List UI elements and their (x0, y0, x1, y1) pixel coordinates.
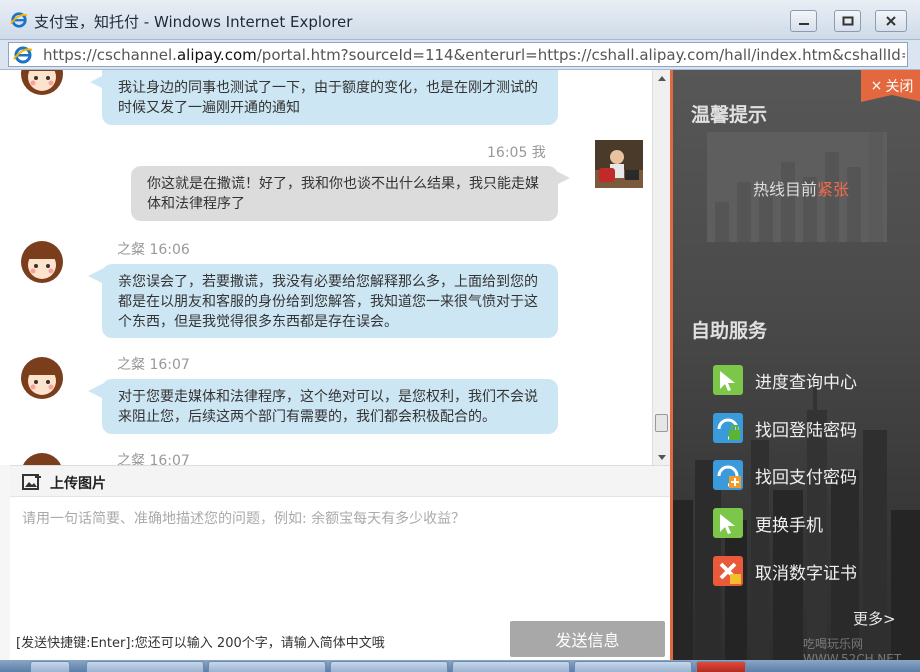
message-meta: 16:05 我 (487, 145, 546, 161)
login-password-icon (713, 413, 743, 443)
service-label: 取消数字证书 (755, 563, 857, 584)
more-services-link[interactable]: 更多> (853, 608, 896, 629)
close-panel-button[interactable]: × 关闭 (861, 70, 920, 102)
hotline-prefix: 热线目前 (753, 180, 818, 199)
arrow-up-icon (657, 75, 666, 81)
taskbar-item[interactable] (86, 661, 204, 672)
taskbar-item[interactable] (696, 661, 746, 672)
service-progress-query[interactable]: 进度查询中心 (713, 364, 913, 396)
taskbar-item[interactable] (452, 661, 570, 672)
message-bubble: 我让身边的同事也测试了一下，由于额度的变化，也是在刚才测试的时候又发了一遍刚开通… (102, 70, 558, 125)
agent-avatar (23, 453, 61, 465)
scroll-down-button[interactable] (653, 449, 670, 465)
side-panel: × 关闭 温馨提示 热线目前紧张 自助服务 进度查询中心 找回登陆密码 找回支付密… (670, 70, 920, 660)
message-input[interactable] (10, 498, 670, 620)
close-icon: × (870, 78, 883, 94)
chat-history: 我让身边的同事也测试了一下，由于额度的变化，也是在刚才测试的时候又发了一遍刚开通… (0, 70, 652, 465)
site-watermark: 吃喝玩乐网 WWW.52CH.NET (803, 637, 902, 660)
message-bubble: 亲您误会了，若要撒谎，我没有必要给您解释那么多，上面给到您的都是在以朋友和客服的… (102, 264, 558, 338)
service-label: 找回登陆密码 (755, 420, 857, 441)
service-label: 进度查询中心 (755, 372, 857, 393)
service-title: 自助服务 (691, 320, 768, 342)
message-meta: 之粲 16:07 (117, 453, 190, 465)
message-input-container (10, 498, 670, 620)
progress-query-icon (713, 365, 743, 395)
change-phone-icon (713, 508, 743, 538)
ie-icon (10, 12, 28, 28)
service-change-phone[interactable]: 更换手机 (713, 507, 913, 539)
close-label: 关闭 (885, 79, 914, 95)
service-label: 找回支付密码 (755, 467, 857, 488)
maximize-button[interactable] (834, 10, 861, 32)
url-domain: alipay.com (176, 46, 257, 64)
agent-avatar (21, 70, 63, 95)
maximize-icon (842, 16, 853, 26)
service-payment-password[interactable]: 找回支付密码 (713, 459, 913, 491)
message-meta: 之粲 16:07 (117, 357, 190, 373)
url-suffix: /portal.htm?sourceId=114&enterurl=https:… (256, 46, 905, 64)
close-icon (886, 16, 896, 26)
chat-scrollbar[interactable] (652, 70, 670, 465)
url-prefix: https://cschannel. (43, 46, 177, 64)
taskbar-item[interactable] (208, 661, 326, 672)
message-bubble: 对于您要走媒体和法律程序，这个绝对可以，是您权利，我们不会说来阻止您，后续这两个… (102, 379, 558, 434)
hotline-level: 紧张 (817, 180, 850, 199)
taskbar-item[interactable] (330, 661, 448, 672)
window-titlebar: 支付宝，知托付 - Windows Internet Explorer (0, 0, 920, 40)
os-taskbar (0, 660, 920, 672)
service-label: 更换手机 (755, 515, 823, 536)
message-meta: 之粲 16:06 (117, 242, 190, 258)
taskbar-item[interactable] (574, 661, 692, 672)
message-bubble: 你这就是在撒谎！好了，我和你也谈不出什么结果，我只能走媒体和法律程序了 (131, 166, 558, 221)
upload-toolbar: 上传图片 (10, 465, 670, 497)
url-text: https://cschannel.alipay.com/portal.htm?… (43, 46, 905, 64)
arrow-down-icon (657, 454, 666, 460)
window-title: 支付宝，知托付 - Windows Internet Explorer (34, 13, 353, 31)
payment-password-icon (713, 460, 743, 490)
scroll-up-button[interactable] (653, 70, 670, 86)
minimize-button[interactable] (790, 10, 817, 32)
upload-image-icon[interactable] (22, 473, 42, 491)
upload-image-button[interactable]: 上传图片 (50, 473, 106, 493)
input-hint: [发送快捷键:Enter]:您还可以输入 200个字，请输入简体中文哦 (16, 636, 385, 651)
tips-title: 温馨提示 (691, 104, 768, 126)
agent-avatar (21, 241, 63, 283)
url-field[interactable]: https://cschannel.alipay.com/portal.htm?… (8, 42, 908, 67)
minimize-icon (798, 23, 809, 25)
cancel-certificate-icon (713, 556, 743, 586)
agent-avatar (21, 357, 63, 399)
user-avatar (595, 140, 643, 188)
hotline-status: 热线目前紧张 (753, 176, 849, 200)
service-cancel-certificate[interactable]: 取消数字证书 (713, 555, 913, 587)
send-button[interactable]: 发送信息 (510, 621, 665, 657)
taskbar-item[interactable] (30, 661, 70, 672)
ie-page-icon (13, 46, 33, 64)
address-bar: https://cschannel.alipay.com/portal.htm?… (0, 40, 920, 70)
scroll-thumb[interactable] (655, 414, 668, 432)
close-window-button[interactable] (875, 10, 907, 32)
left-edge (0, 465, 10, 665)
service-login-password[interactable]: 找回登陆密码 (713, 412, 913, 444)
